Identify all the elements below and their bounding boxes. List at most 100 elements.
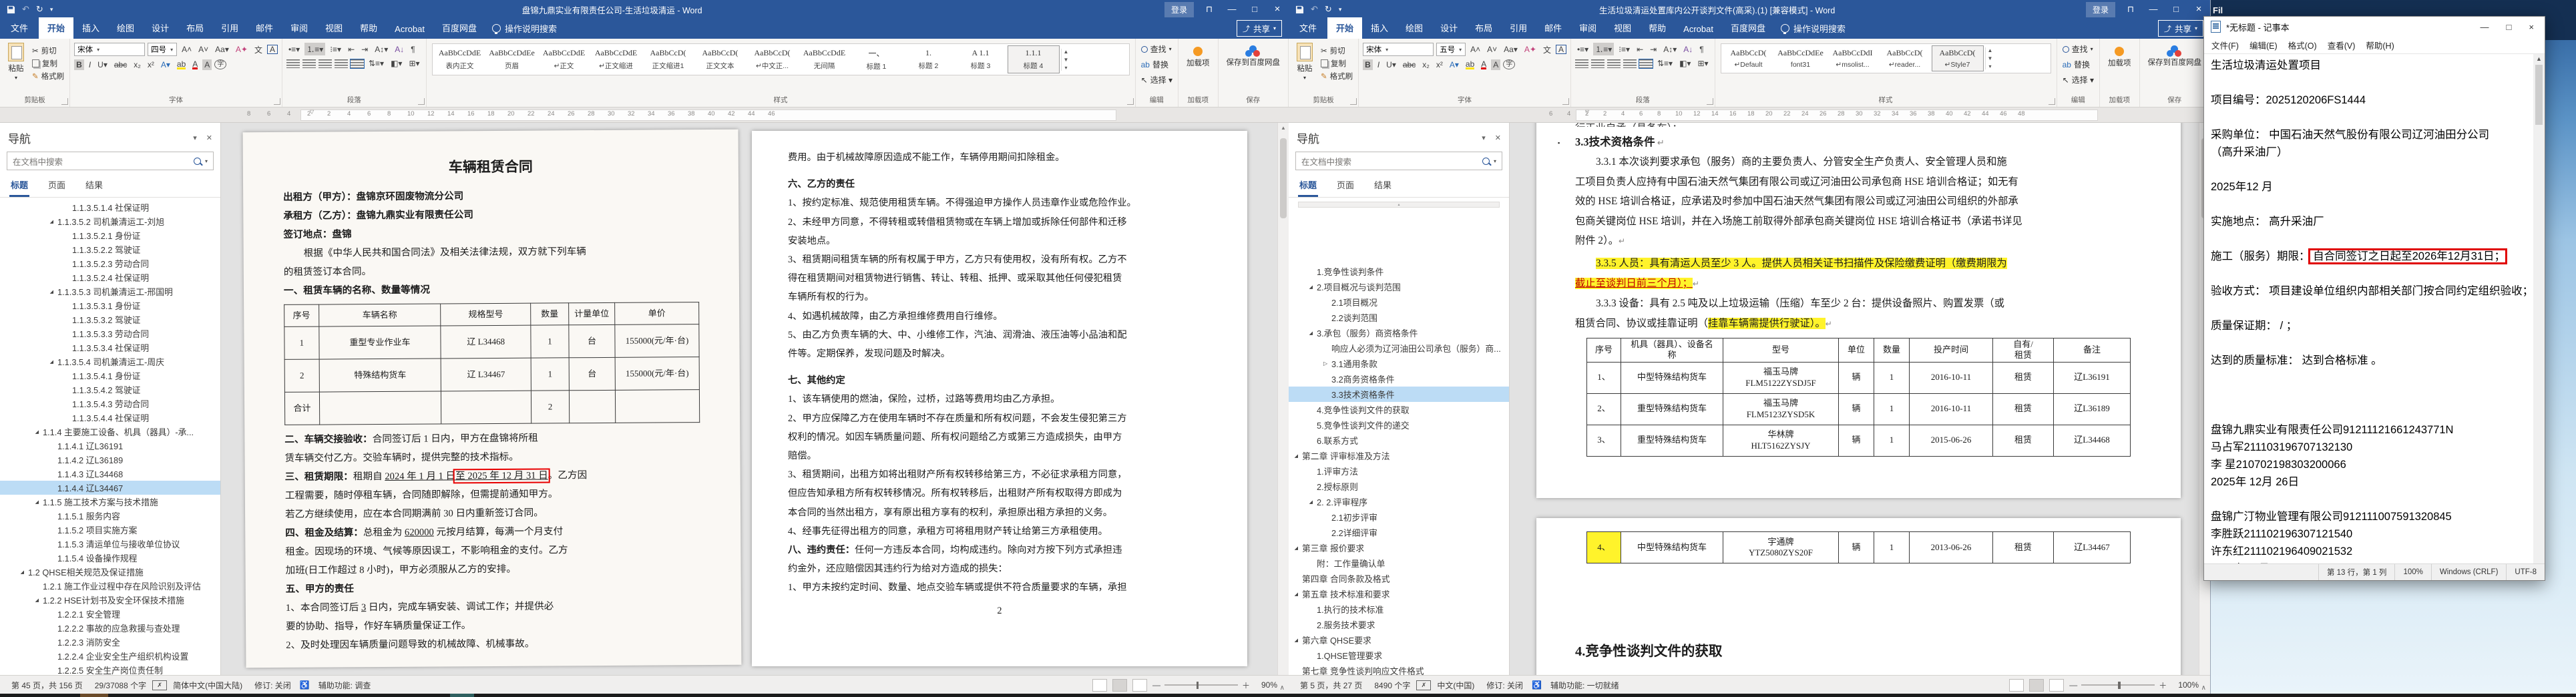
- nav-item-17[interactable]: 1.1.4.1 辽L36191: [0, 439, 220, 453]
- char-border-icon[interactable]: A: [266, 45, 278, 54]
- nav-item-23[interactable]: 2.服务技术要求: [1289, 617, 1509, 632]
- page-indicator[interactable]: 第 5 页，共 27 页: [1294, 680, 1368, 691]
- ribbon-tab-5[interactable]: 布局: [178, 17, 212, 39]
- superscript-icon[interactable]: x²: [146, 59, 156, 70]
- nav-item-19[interactable]: 1.1.4.3 辽L34468: [0, 467, 220, 481]
- style-chip-5[interactable]: AaBbCcD(正文文本: [695, 46, 746, 73]
- increase-indent-icon[interactable]: ⇥: [359, 44, 370, 55]
- ribbon-tab-10[interactable]: 帮助: [351, 17, 386, 39]
- zoom-slider[interactable]: — ＋: [2069, 680, 2167, 691]
- style-chip-6[interactable]: AaBbCcD(↵中文正...: [747, 46, 798, 73]
- titlebar[interactable]: ↶ ↻ ▾ 盘锦九鼎实业有限责任公司-生活垃圾清运 - Word 登录 ⊓ — □ ×: [0, 0, 1289, 19]
- ribbon-tab-11[interactable]: Acrobat: [386, 20, 433, 39]
- nav-item-27[interactable]: 1.2.1 施工作业过程中存在风险识别及评估: [0, 579, 220, 593]
- copy-button[interactable]: 复制: [31, 57, 65, 69]
- titlebar[interactable]: ↶ ↻ ▾ 生活垃圾清运处置库内公开谈判文件(高采).(1) [兼容模式] - Wor…: [1289, 0, 2210, 19]
- shading-icon[interactable]: ◧▾: [1677, 58, 1693, 69]
- change-case-icon[interactable]: Aa▾: [213, 44, 231, 55]
- shrink-font-icon[interactable]: A˅: [196, 44, 210, 55]
- subscript-icon[interactable]: x₂: [132, 59, 143, 70]
- underline-icon[interactable]: U▾: [95, 59, 110, 70]
- align-center-icon[interactable]: [1590, 59, 1604, 68]
- cut-button[interactable]: ✂ 剪切: [1319, 44, 1354, 57]
- minimize-icon[interactable]: —: [1221, 0, 1243, 19]
- word-count[interactable]: 8490 个字: [1368, 680, 1416, 691]
- bullets-icon[interactable]: •≡▾: [1575, 44, 1590, 55]
- line-spacing-icon[interactable]: ⇅≡▾: [367, 58, 386, 69]
- web-layout-button[interactable]: [1132, 678, 1147, 692]
- notepad-minimize-button[interactable]: —: [2481, 22, 2489, 32]
- superscript-icon[interactable]: x²: [1434, 59, 1445, 70]
- nav-item-32[interactable]: 1.2.2.4 企业安全生产组织机构设置: [0, 649, 220, 663]
- nav-item-15[interactable]: 1.1.3.5.4.4 社保证明: [0, 411, 220, 425]
- nav-item-24[interactable]: ◢ 第六章 QHSE要求: [1289, 632, 1509, 648]
- font-color-icon[interactable]: A: [190, 59, 200, 70]
- font-color-icon[interactable]: A: [1479, 59, 1488, 70]
- nav-item-16[interactable]: ◢ 1.1.4 主要施工设备、机具（器具）-承...: [0, 425, 220, 439]
- nav-tab-1[interactable]: 页面: [1335, 176, 1355, 197]
- nav-item-23[interactable]: 1.1.5.2 项目实施方案: [0, 523, 220, 537]
- nav-pane-close-icon[interactable]: ✕: [1495, 134, 1501, 142]
- ribbon-tab-2[interactable]: 插入: [73, 17, 108, 39]
- nav-item-8[interactable]: 3.3技术资格条件: [1289, 387, 1509, 402]
- numbering-icon[interactable]: ⒈≡▾: [304, 43, 326, 55]
- justify-icon[interactable]: [334, 59, 348, 68]
- ribbon-tab-6[interactable]: 引用: [1501, 17, 1536, 39]
- notepad-text-area[interactable]: 生活垃圾清运处置项目 项目编号：2025120206FS1444 采购单位： 中国石…: [2204, 54, 2533, 563]
- qat-customize-icon[interactable]: ▾: [1339, 6, 1342, 13]
- ribbon-tab-8[interactable]: 审阅: [282, 17, 316, 39]
- nav-item-15[interactable]: ◢ 2. 2.评审程序: [1289, 494, 1509, 509]
- decrease-indent-icon[interactable]: ⇤: [1635, 44, 1645, 55]
- notepad-titlebar[interactable]: *无标题 - 记事本 — □ ×: [2204, 17, 2545, 37]
- ribbon-tab-6[interactable]: 引用: [212, 17, 247, 39]
- style-chip-4[interactable]: AaBbCcD(正文缩进1: [643, 46, 694, 73]
- style-chip-1[interactable]: AaBbCcDdEe font31: [1775, 46, 1826, 71]
- document-page-1[interactable]: 车辆租赁合同 出租方（甲方）：盘锦京环固废物流分公司 承租方（乙方）：盘锦九鼎实业有…: [242, 129, 742, 668]
- font-name-select[interactable]: 宋体 ▾: [1363, 43, 1434, 56]
- grow-font-icon[interactable]: A˄: [1468, 44, 1482, 55]
- multilevel-list-icon[interactable]: ⁝≡▾: [1617, 44, 1632, 55]
- document-page-1[interactable]: 行正业自承（具备车）；▪3.3技术资格条件 ↵3.3.1 本次谈判要求承包（服务…: [1536, 123, 2181, 498]
- nav-scroll-widget[interactable]: ▴: [1298, 202, 1500, 208]
- nav-item-1[interactable]: ◢ 2.项目概况与谈判范围: [1289, 279, 1509, 294]
- nav-item-17[interactable]: 2.2详细评审: [1289, 525, 1509, 540]
- collapse-ribbon-icon[interactable]: ∧: [1280, 684, 1285, 692]
- login-button[interactable]: 登录: [2085, 1, 2115, 17]
- accessibility-status[interactable]: 辅助功能: 一切就绪: [1544, 680, 1625, 691]
- nav-item-5[interactable]: 1.1.3.5.2.4 社保证明: [0, 270, 220, 284]
- login-button[interactable]: 登录: [1164, 1, 1194, 17]
- nav-item-14[interactable]: 2.授标原则: [1289, 479, 1509, 494]
- nav-item-2[interactable]: 2.1项目概况: [1289, 294, 1509, 310]
- borders-icon[interactable]: ⊞▾: [407, 58, 421, 69]
- increase-indent-icon[interactable]: ⇥: [1648, 44, 1659, 55]
- nav-item-7[interactable]: 3.2商务资格条件: [1289, 371, 1509, 387]
- asian-layout-icon[interactable]: A↕▾: [373, 44, 390, 55]
- find-button[interactable]: 查找 ▾: [1140, 41, 1174, 57]
- share-button[interactable]: ⤴ 共享 ▾: [1236, 20, 1282, 37]
- nav-item-1[interactable]: ◢ 1.1.3.5.2 司机兼清运工-刘旭: [0, 214, 220, 228]
- clear-format-icon[interactable]: A✦: [234, 44, 250, 55]
- notepad-scrollbar[interactable]: ▲: [2533, 54, 2545, 563]
- nav-item-25[interactable]: 1.QHSE管理要求: [1289, 648, 1509, 663]
- numbering-icon[interactable]: ⒈≡▾: [1593, 43, 1615, 55]
- notepad-close-button[interactable]: ×: [2529, 22, 2534, 32]
- clear-format-icon[interactable]: A✦: [1522, 44, 1538, 55]
- justify-icon[interactable]: [1623, 59, 1637, 68]
- ribbon-tab-3[interactable]: 绘图: [1397, 17, 1432, 39]
- nav-search-input[interactable]: 在文档中搜索 ▾: [1295, 152, 1502, 170]
- ribbon-tab-10[interactable]: 帮助: [1640, 17, 1675, 39]
- style-gallery-more-icon[interactable]: ▲ ▼ ▾: [1060, 48, 1071, 71]
- find-button[interactable]: 查找 ▾: [2061, 41, 2095, 57]
- style-chip-7[interactable]: AaBbCcDdE 无间隔: [799, 46, 850, 73]
- style-chip-0[interactable]: AaBbCcD(↵Default: [1723, 46, 1774, 71]
- close-icon[interactable]: ×: [1266, 0, 1289, 19]
- notepad-zoom[interactable]: 100%: [2394, 564, 2430, 580]
- show-marks-icon[interactable]: ¶: [409, 44, 417, 55]
- paste-button[interactable]: 粘贴 ▾: [4, 41, 28, 82]
- scroll-up-icon[interactable]: ▲: [2536, 54, 2542, 63]
- font-dialog-launcher-icon[interactable]: [1562, 98, 1569, 105]
- sort-icon[interactable]: A↓: [393, 44, 406, 55]
- select-button[interactable]: ↖ 选择 ▾: [1140, 72, 1174, 87]
- ribbon-tab-12[interactable]: 百度网盘: [433, 17, 485, 39]
- nav-item-14[interactable]: 1.1.3.5.4.3 劳动合同: [0, 397, 220, 411]
